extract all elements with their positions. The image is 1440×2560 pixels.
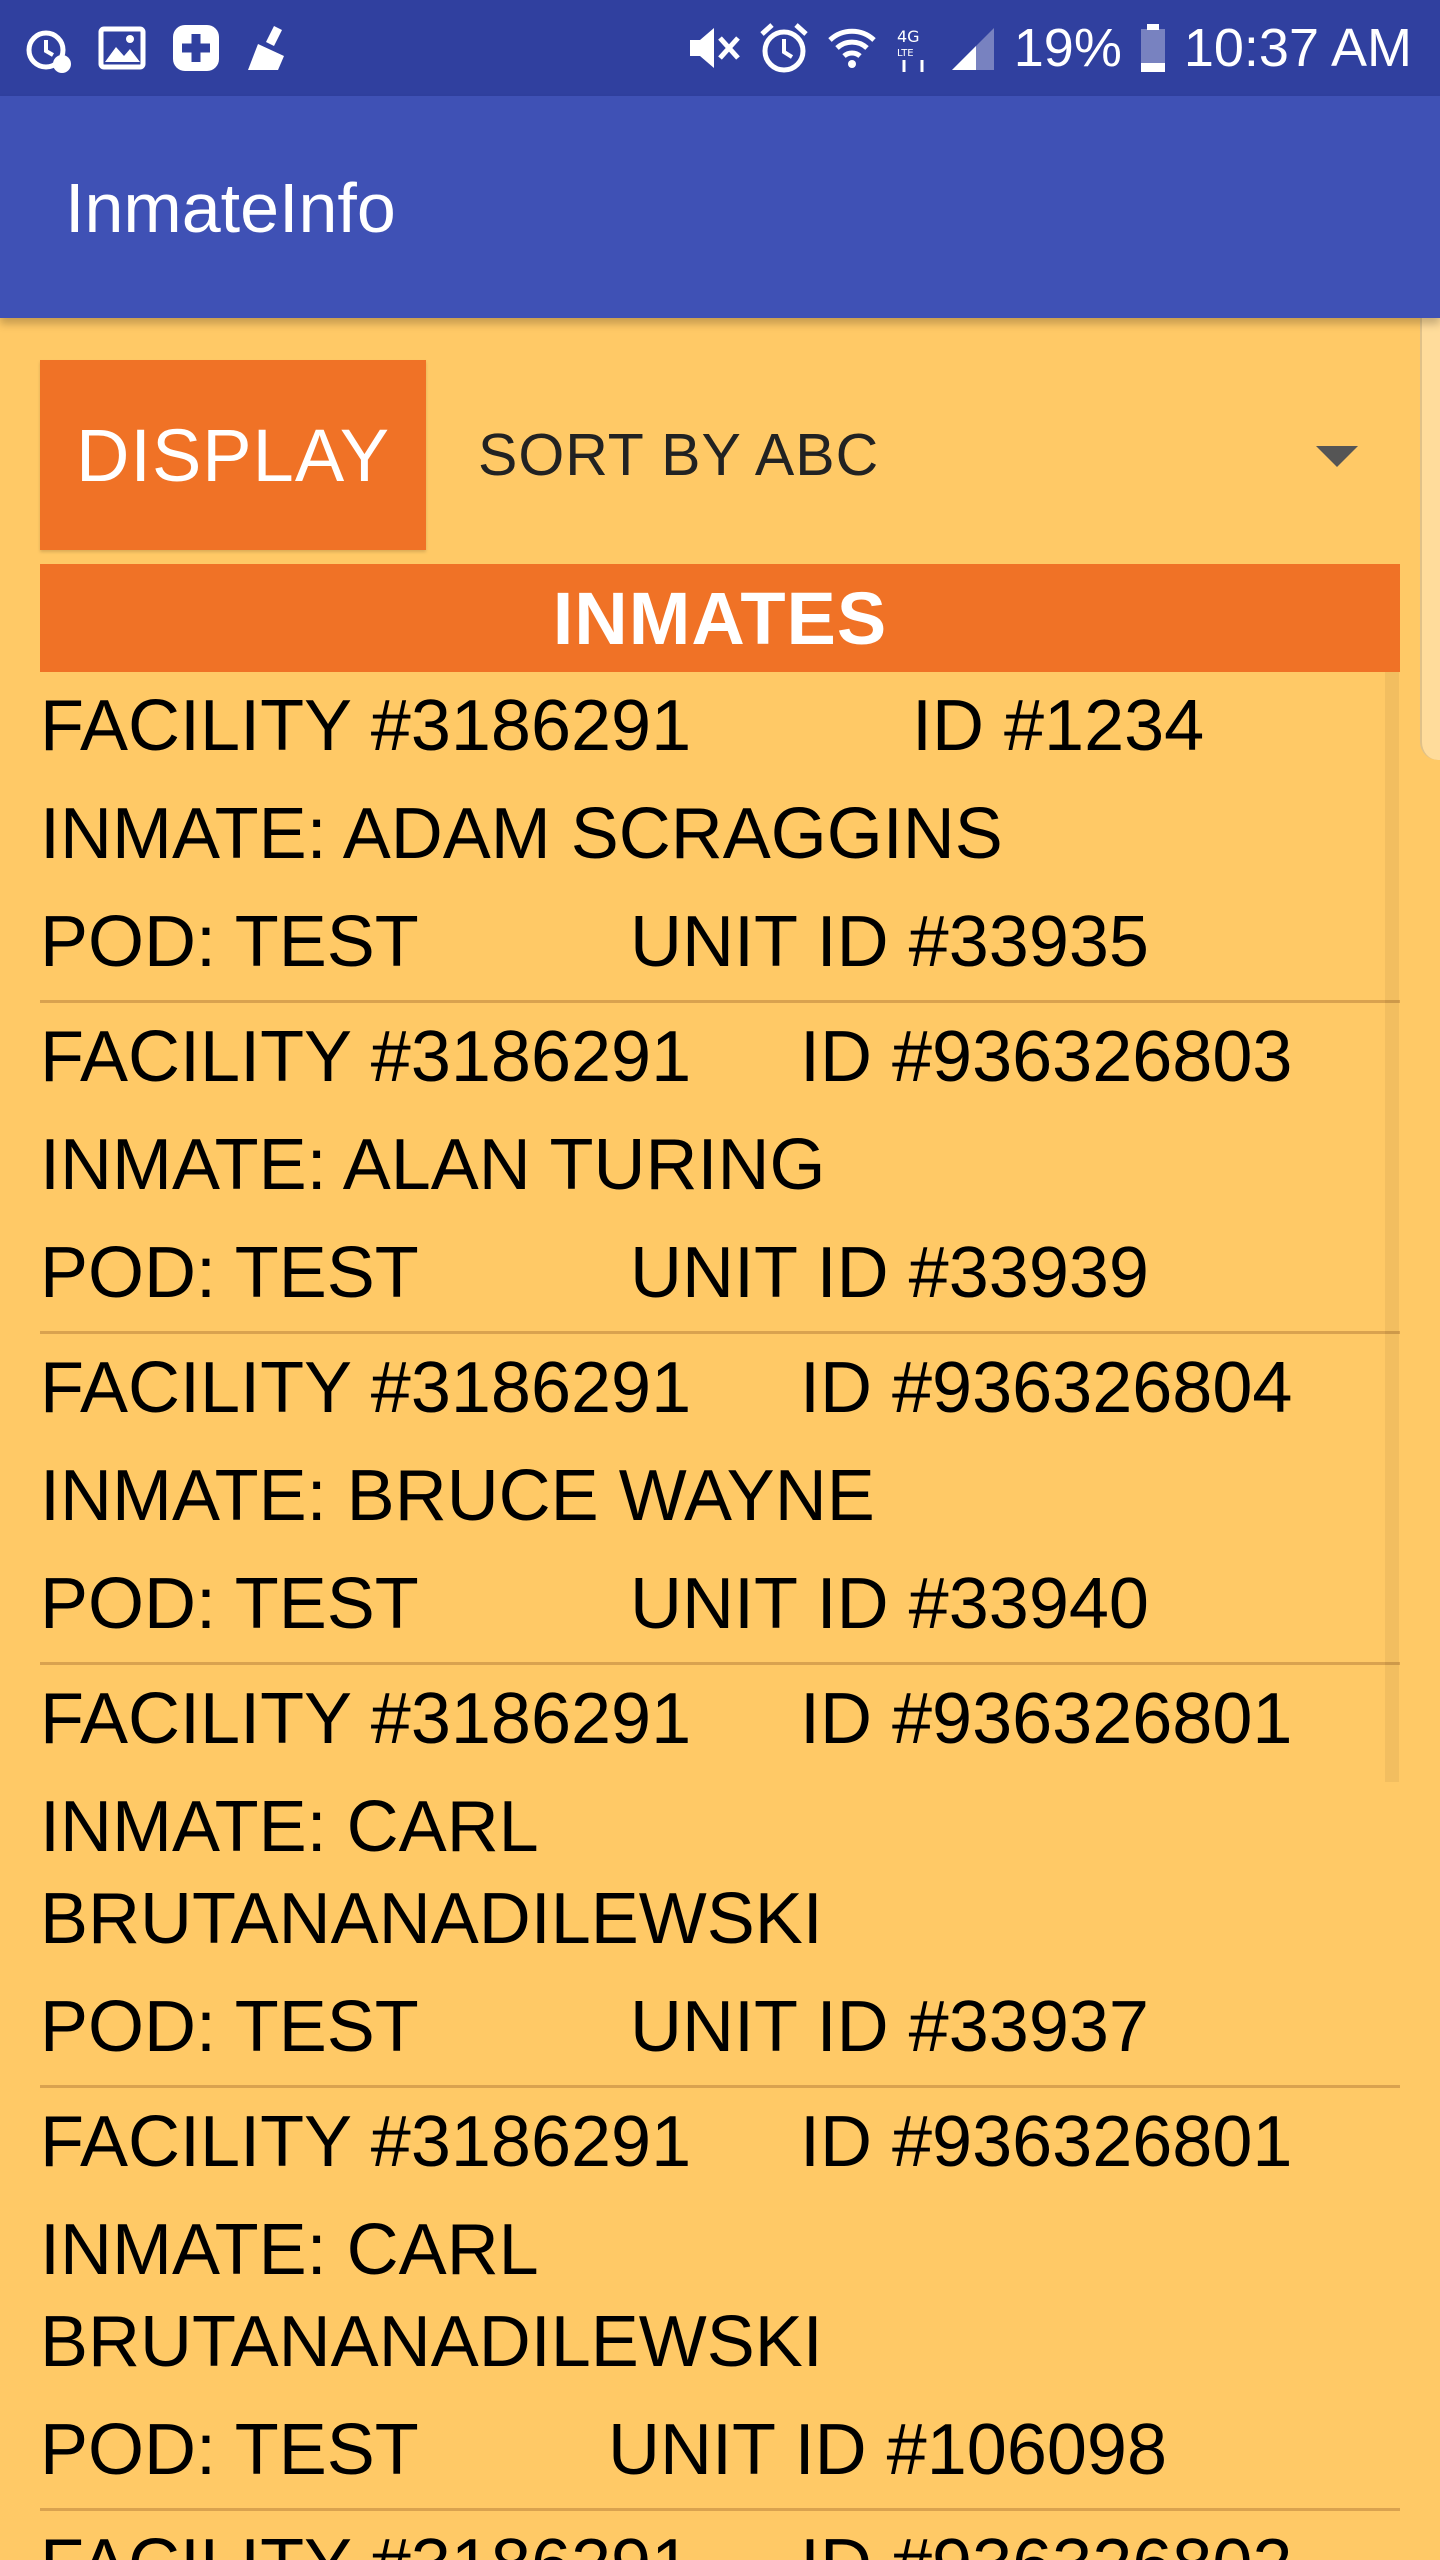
unit-id: UNIT ID #106098 [608,2410,1167,2490]
wifi-icon [828,28,876,68]
facility-number: FACILITY #3186291 [40,686,692,766]
inmate-name: INMATE: ALAN TURING [40,1125,826,1205]
inmate-list-item[interactable]: FACILITY #3186291 ID #936326801 INMATE: … [40,1665,1400,2088]
alarm-icon [760,23,808,73]
facility-number: FACILITY #3186291 [40,1679,692,1759]
mute-icon [689,28,740,68]
unit-id: UNIT ID #33940 [630,1564,1149,1644]
medical-plus-icon [173,25,219,71]
inmate-name: INMATE: ADAM SCRAGGINS [40,794,1003,874]
app-title: InmateInfo [65,169,396,247]
inmate-name: INMATE: BRUCE WAYNE [40,1456,875,1536]
inmates-header: INMATES [40,564,1400,672]
sort-dropdown[interactable]: SORT BY ABC [478,380,1358,530]
inmate-list-item[interactable]: FACILITY #3186291 ID #936326804 INMATE: … [40,1334,1400,1665]
inmate-id: ID #936326804 [800,1348,1293,1428]
pod-name: POD: TEST [40,902,419,982]
inmate-id: ID #1234 [912,686,1205,766]
inmate-list[interactable]: FACILITY #3186291 ID #1234 INMATE: ADAM … [40,672,1400,2560]
sort-selected-value: SORT BY ABC [478,422,880,488]
unit-id: UNIT ID #33935 [630,902,1149,982]
alarm-clock-icon [26,30,71,73]
inmate-name: INMATE: CARL BRUTANANADILEWSKI [40,2210,823,2382]
inmate-id: ID #936326802 [800,2511,1292,2560]
pod-name: POD: TEST [40,1987,419,2067]
inmate-id: ID #936326801 [800,1679,1293,1759]
facility-number: FACILITY #3186291 [40,1017,692,1097]
cleaner-icon [248,26,284,70]
facility-number: FACILITY #3186291 [40,2102,692,2182]
svg-text:4G: 4G [897,27,920,46]
notification-icons [22,22,296,74]
pod-name: POD: TEST [40,1564,419,1644]
signal-icon [951,28,994,70]
inmate-list-item[interactable]: FACILITY #3186291 ID #936326802 [40,2511,1400,2560]
display-button[interactable]: DISPLAY [40,360,426,550]
inmate-list-item[interactable]: FACILITY #3186291 ID #936326803 INMATE: … [40,1003,1400,1334]
list-scrollbar[interactable] [1385,672,1399,1782]
image-icon [98,26,146,70]
inmate-list-item[interactable]: FACILITY #3186291 ID #1234 INMATE: ADAM … [40,672,1400,1003]
app-bar: InmateInfo [0,96,1440,318]
inmate-id: ID #936326803 [800,1017,1293,1097]
battery-icon [1140,24,1165,72]
facility-number: FACILITY #3186291 [40,2511,691,2560]
inmate-list-item[interactable]: FACILITY #3186291 ID #936326801 INMATE: … [40,2088,1400,2511]
battery-percent: 19% [1013,18,1122,78]
dropdown-arrow-icon [1316,446,1358,467]
system-indicators: 4G LTE 19% 10:37 AM [686,16,1412,80]
inmate-name: INMATE: CARL BRUTANANADILEWSKI [40,1787,823,1959]
facility-number: FACILITY #3186291 [40,1348,692,1428]
edge-panel-handle[interactable] [1420,290,1440,760]
pod-name: POD: TEST [40,2410,419,2490]
clock-time: 10:37 AM [1183,18,1412,78]
inmate-id: ID #936326801 [800,2102,1293,2182]
svg-text:LTE: LTE [897,48,914,59]
unit-id: UNIT ID #33937 [630,1987,1149,2067]
status-bar: 4G LTE 19% 10:37 AM [0,0,1440,96]
pod-name: POD: TEST [40,1233,419,1313]
unit-id: UNIT ID #33939 [630,1233,1149,1313]
lte-icon: 4G LTE [897,27,924,72]
